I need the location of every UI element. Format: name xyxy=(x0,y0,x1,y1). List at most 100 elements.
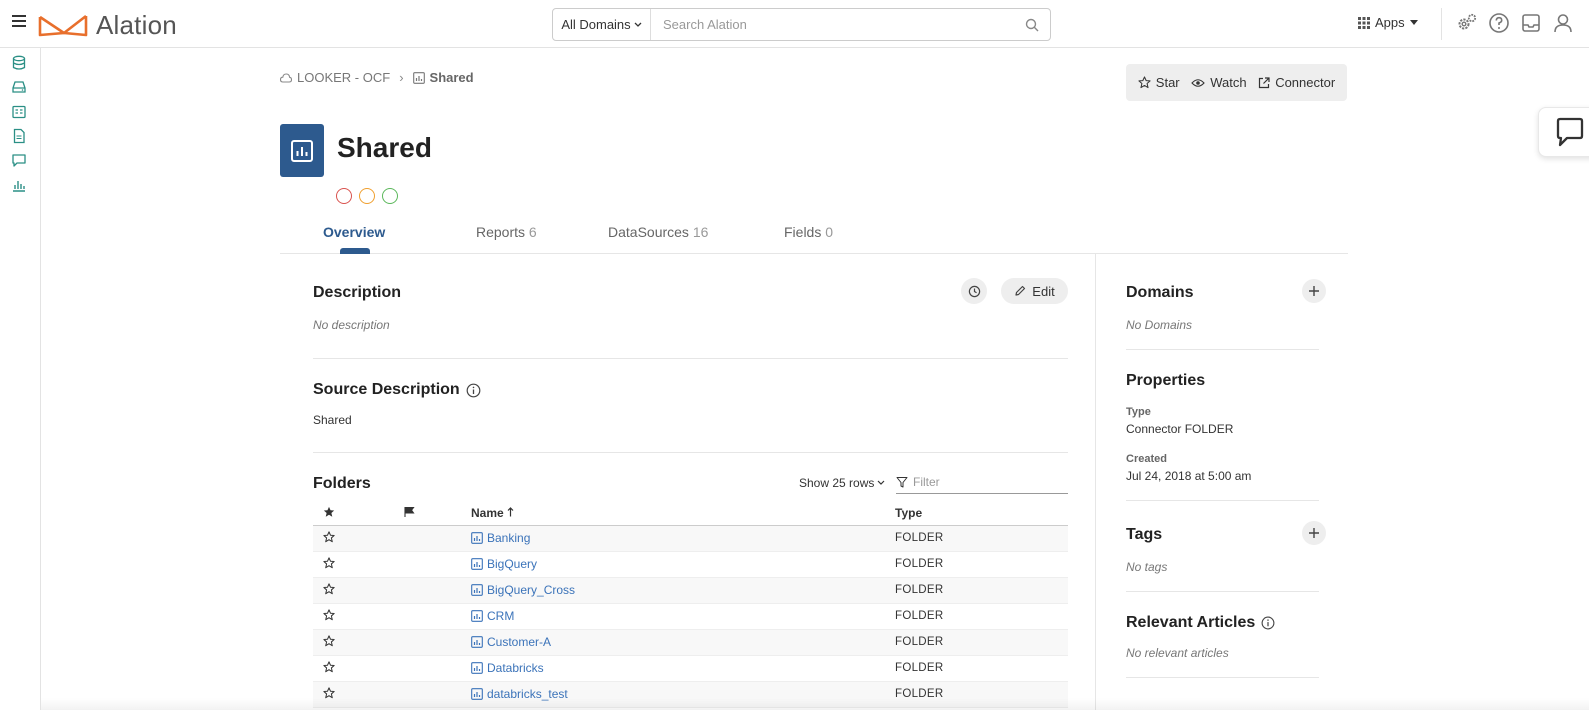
watch-label: Watch xyxy=(1210,75,1247,90)
name-cell: Banking xyxy=(471,525,895,552)
description-title-text: Description xyxy=(313,284,402,301)
catalog-icon[interactable] xyxy=(11,104,27,120)
menu-icon[interactable] xyxy=(12,15,26,29)
tab-fields[interactable]: Fields 0 xyxy=(784,224,833,240)
name-cell: BigQuery_Cross xyxy=(471,577,895,604)
domain-selector[interactable]: All Domains xyxy=(553,9,651,40)
info-icon[interactable] xyxy=(1261,616,1275,630)
folders-table-body: Banking FOLDER BigQuery FOLDER BigQuery_Cros… xyxy=(313,525,1068,708)
folder-name: CRM xyxy=(487,609,515,623)
folder-link[interactable]: BigQuery xyxy=(471,557,895,571)
created-label: Created xyxy=(1126,453,1167,465)
star-cell[interactable] xyxy=(313,603,403,630)
inbox-icon[interactable] xyxy=(1520,12,1542,34)
watch-button[interactable]: Watch xyxy=(1191,75,1247,90)
conversation-icon[interactable] xyxy=(11,152,27,168)
active-tab-indicator xyxy=(340,248,370,254)
user-icon[interactable] xyxy=(1552,12,1574,34)
tab-overview-label: Overview xyxy=(323,224,386,240)
add-tag-button[interactable] xyxy=(1302,521,1326,545)
tags-title: Tags xyxy=(1126,526,1162,544)
divider xyxy=(1126,677,1319,678)
tab-fields-count: 0 xyxy=(825,224,834,240)
folder-link[interactable]: Banking xyxy=(471,531,895,545)
search-icon[interactable] xyxy=(1014,18,1050,32)
apps-menu[interactable]: Apps xyxy=(1358,15,1418,30)
settings-icon[interactable] xyxy=(1456,12,1478,34)
type-cell: FOLDER xyxy=(895,525,1068,552)
star-outline-icon xyxy=(323,582,335,594)
type-column-header[interactable]: Type xyxy=(895,502,1068,526)
star-outline-icon xyxy=(323,556,335,568)
divider xyxy=(1126,500,1319,501)
chevron-down-icon xyxy=(634,22,642,27)
star-cell[interactable] xyxy=(313,525,403,552)
table-row: Customer-A FOLDER xyxy=(313,629,1068,656)
tab-bar: Overview Reports 6 DataSources 16 Fields… xyxy=(280,216,1348,254)
flag-cell xyxy=(403,525,471,552)
apps-label: Apps xyxy=(1375,15,1405,30)
folder-name: BigQuery_Cross xyxy=(487,583,576,597)
folder-link[interactable]: BigQuery_Cross xyxy=(471,583,895,597)
properties-title: Properties xyxy=(1126,372,1205,390)
properties-title-text: Properties xyxy=(1126,372,1206,389)
table-row: Banking FOLDER xyxy=(313,525,1068,552)
star-cell[interactable] xyxy=(313,629,403,656)
endorsement-flag-icon[interactable] xyxy=(382,188,398,204)
folder-name: BigQuery xyxy=(487,557,538,571)
add-domain-button[interactable] xyxy=(1302,279,1326,303)
folder-report-icon xyxy=(471,610,483,622)
star-button[interactable]: Star xyxy=(1138,75,1180,90)
logo[interactable]: Alation xyxy=(38,10,177,41)
breadcrumb-current: Shared xyxy=(429,70,474,85)
tab-reports[interactable]: Reports 6 xyxy=(476,224,537,240)
star-outline-icon xyxy=(323,634,335,646)
relevant-articles-title-text: Relevant Articles xyxy=(1126,614,1256,631)
type-cell: FOLDER xyxy=(895,629,1068,656)
folder-report-icon xyxy=(471,662,483,674)
edit-button[interactable]: Edit xyxy=(1001,278,1068,304)
tab-datasources[interactable]: DataSources 16 xyxy=(608,224,708,240)
database-icon[interactable] xyxy=(11,55,27,71)
star-cell[interactable] xyxy=(313,577,403,604)
deprecation-flag-icon[interactable] xyxy=(336,188,352,204)
clock-icon xyxy=(968,285,980,297)
relevant-articles-title: Relevant Articles xyxy=(1126,614,1275,632)
left-rail xyxy=(0,48,41,710)
trust-flags xyxy=(336,188,398,204)
analytics-icon[interactable] xyxy=(11,177,27,193)
chevron-down-icon xyxy=(877,480,885,485)
folder-link[interactable]: CRM xyxy=(471,609,895,623)
folder-name: Customer-A xyxy=(487,635,552,649)
name-cell: Customer-A xyxy=(471,629,895,656)
flag-cell xyxy=(403,629,471,656)
folder-link[interactable]: Databricks xyxy=(471,661,895,675)
name-column-header[interactable]: Name xyxy=(471,502,895,526)
type-cell: FOLDER xyxy=(895,603,1068,630)
connector-button[interactable]: Connector xyxy=(1258,75,1335,90)
breadcrumb-source[interactable]: LOOKER - OCF xyxy=(297,70,390,85)
tab-overview[interactable]: Overview xyxy=(323,224,385,240)
info-icon[interactable] xyxy=(466,383,481,398)
tab-datasources-label: DataSources xyxy=(608,224,689,240)
storage-icon[interactable] xyxy=(11,79,27,95)
folder-link[interactable]: Customer-A xyxy=(471,635,895,649)
name-cell: Databricks xyxy=(471,655,895,682)
document-icon[interactable] xyxy=(11,128,27,144)
flag-column-header[interactable] xyxy=(403,502,471,526)
history-button[interactable] xyxy=(961,278,987,304)
star-cell[interactable] xyxy=(313,551,403,578)
chat-widget[interactable] xyxy=(1538,107,1589,157)
rows-per-page-select[interactable]: Show 25 rows xyxy=(799,476,885,490)
help-icon[interactable] xyxy=(1488,12,1510,34)
table-row: BigQuery_Cross FOLDER xyxy=(313,577,1068,604)
filter-input[interactable] xyxy=(913,475,1053,489)
star-column-header[interactable] xyxy=(313,502,403,526)
star-outline-icon xyxy=(323,530,335,542)
search-input[interactable] xyxy=(651,9,1014,40)
source-description-title: Source Description xyxy=(313,381,481,399)
divider xyxy=(1126,349,1319,350)
tab-reports-label: Reports xyxy=(476,224,526,240)
star-cell[interactable] xyxy=(313,655,403,682)
warning-flag-icon[interactable] xyxy=(359,188,375,204)
